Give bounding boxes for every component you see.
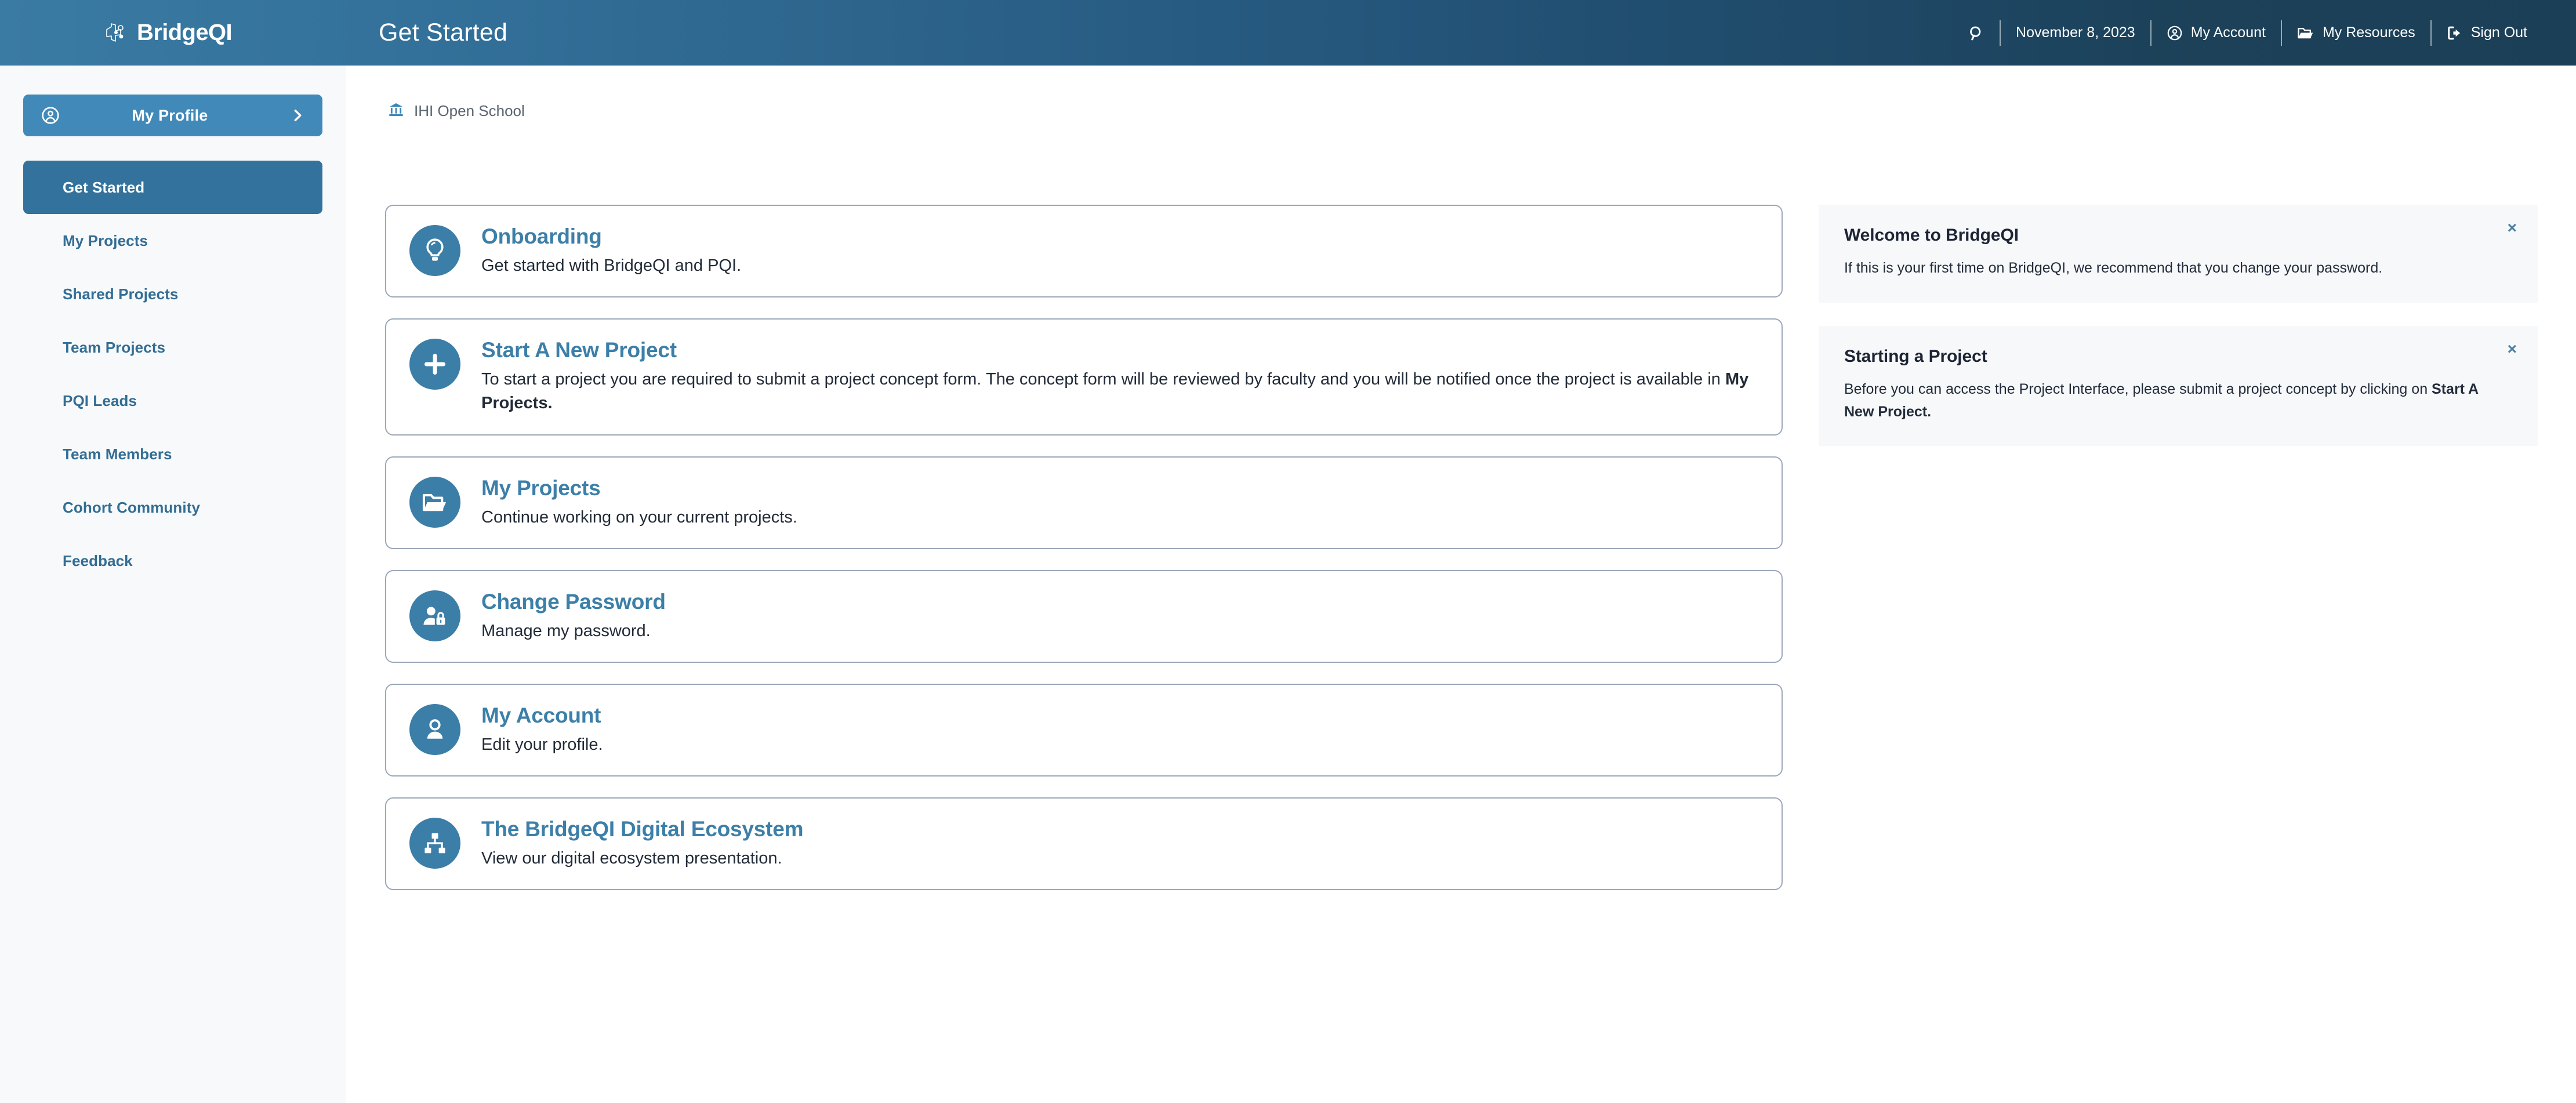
card-onboarding[interactable]: Onboarding Get started with BridgeQI and … <box>385 205 1783 298</box>
card-body: Start A New Project To start a project yo… <box>481 337 1758 415</box>
sidebar-item-label: Team Projects <box>63 338 166 356</box>
sidebar-item-label: Team Members <box>63 445 172 463</box>
card-description: Get started with BridgeQI and PQI. <box>481 254 1758 278</box>
notification-welcome-to-bridgeqi: Welcome to BridgeQI If this is your first… <box>1819 205 2538 303</box>
sidebar-item-label: My Projects <box>63 231 148 249</box>
notification-panel-list: Welcome to BridgeQI If this is your first… <box>1819 205 2538 469</box>
card-description-text: Edit your profile. <box>481 735 603 754</box>
sidebar-item-my-projects[interactable]: My Projects <box>23 214 322 267</box>
main-content: IHI Open School Onboarding Get started wi… <box>346 66 2576 1103</box>
user-lock-icon <box>409 590 460 641</box>
card-the-bridgeqi-digital-ecosystem[interactable]: The BridgeQI Digital Ecosystem View our d… <box>385 797 1783 891</box>
notification-text-body: Before you can access the Project Interf… <box>1844 380 2432 397</box>
sidebar-item-label: Shared Projects <box>63 285 179 303</box>
card-body: My Account Edit your profile. <box>481 702 1758 757</box>
card-start-a-new-project[interactable]: Start A New Project To start a project yo… <box>385 318 1783 436</box>
header-right-group: November 8, 2023 My Account My Resources… <box>1953 0 2576 66</box>
card-change-password[interactable]: Change Password Manage my password. <box>385 569 1783 663</box>
sidebar-item-team-projects[interactable]: Team Projects <box>23 321 322 374</box>
sidebar-item-get-started[interactable]: Get Started <box>23 161 322 214</box>
sidebar-item-label: PQI Leads <box>63 391 137 409</box>
sidebar-item-feedback[interactable]: Feedback <box>23 534 322 587</box>
card-body: My Projects Continue working on your curr… <box>481 475 1758 529</box>
sidebar-nav-list: Get Started My Projects Shared Projects Tea… <box>0 161 346 587</box>
sidebar: My Profile Get Started My Projects Shared … <box>0 66 346 1103</box>
folder-open-icon <box>409 476 460 528</box>
folder-open-icon <box>2297 25 2314 41</box>
current-date-label: November 8, 2023 <box>2016 24 2135 41</box>
card-description-text: Get started with BridgeQI and PQI. <box>481 256 742 275</box>
card-description: To start a project you are required to s… <box>481 368 1758 415</box>
card-title[interactable]: My Account <box>481 703 1758 728</box>
sidebar-item-label: Feedback <box>63 552 133 569</box>
card-title[interactable]: The BridgeQI Digital Ecosystem <box>481 817 1758 841</box>
card-description-text: Continue working on your current project… <box>481 507 797 527</box>
breadcrumb[interactable]: IHI Open School <box>387 101 525 121</box>
close-icon[interactable]: × <box>2508 340 2517 357</box>
card-body: Change Password Manage my password. <box>481 589 1758 643</box>
brand-logo-group[interactable]: BridgeQI <box>0 20 346 46</box>
notification-title: Welcome to BridgeQI <box>1844 226 2019 245</box>
bridgeqi-network-logo-icon <box>103 21 130 45</box>
chevron-right-icon <box>290 108 305 123</box>
brand-name-label: BridgeQI <box>136 20 233 45</box>
card-description: Manage my password. <box>481 619 1758 643</box>
institution-icon <box>387 101 405 121</box>
notification-title: Starting a Project <box>1844 346 1987 366</box>
sidebar-item-team-members[interactable]: Team Members <box>23 427 322 481</box>
notification-text-body: If this is your first time on BridgeQI, … <box>1844 260 2383 276</box>
my-resources-link[interactable]: My Resources <box>2282 20 2430 46</box>
sign-out-icon <box>2447 25 2463 41</box>
close-icon[interactable]: × <box>2508 220 2517 236</box>
card-my-account[interactable]: My Account Edit your profile. <box>385 683 1783 777</box>
my-account-link[interactable]: My Account <box>2151 20 2281 46</box>
user-icon <box>409 703 460 755</box>
search-button[interactable] <box>1953 20 2000 46</box>
card-my-projects[interactable]: My Projects Continue working on your curr… <box>385 456 1783 549</box>
plus-icon <box>409 339 460 390</box>
breadcrumb-label: IHI Open School <box>414 102 525 119</box>
card-title[interactable]: Change Password <box>481 590 1758 614</box>
my-profile-label: My Profile <box>132 106 208 124</box>
sidebar-item-shared-projects[interactable]: Shared Projects <box>23 267 322 321</box>
card-description: Continue working on your current project… <box>481 506 1758 529</box>
sidebar-item-pqi-leads[interactable]: PQI Leads <box>23 374 322 427</box>
my-resources-label: My Resources <box>2322 24 2415 41</box>
search-icon <box>1968 25 1984 41</box>
sign-out-button[interactable]: Sign Out <box>2432 20 2542 46</box>
action-card-list: Onboarding Get started with BridgeQI and … <box>385 205 1783 911</box>
top-header-bar: BridgeQI Get Started November 8, 2023 My… <box>0 0 2576 66</box>
my-profile-button[interactable]: My Profile <box>23 95 322 136</box>
current-date: November 8, 2023 <box>2001 20 2150 46</box>
sidebar-item-cohort-community[interactable]: Cohort Community <box>23 481 322 534</box>
card-description: Edit your profile. <box>481 733 1758 757</box>
card-description: View our digital ecosystem presentation. <box>481 847 1758 870</box>
card-title[interactable]: Onboarding <box>481 224 1758 249</box>
sidebar-item-label: Cohort Community <box>63 498 201 516</box>
lightbulb-icon <box>409 225 460 276</box>
card-body: The BridgeQI Digital Ecosystem View our d… <box>481 816 1758 870</box>
card-description-text: To start a project you are required to s… <box>481 370 1725 389</box>
card-body: Onboarding Get started with BridgeQI and … <box>481 223 1758 278</box>
card-title[interactable]: My Projects <box>481 476 1758 500</box>
user-circle-icon <box>2167 25 2183 41</box>
card-title[interactable]: Start A New Project <box>481 338 1758 362</box>
notification-starting-a-project: Starting a Project Before you can access … <box>1819 325 2538 447</box>
sign-out-label: Sign Out <box>2470 24 2527 41</box>
notification-text: Before you can access the Project Interf… <box>1844 378 2512 423</box>
page-title: Get Started <box>379 19 508 46</box>
notification-text: If this is your first time on BridgeQI, … <box>1844 257 2512 280</box>
sidebar-item-label: Get Started <box>63 178 145 196</box>
sitemap-icon <box>409 818 460 869</box>
card-description-text: Manage my password. <box>481 621 651 640</box>
my-account-label: My Account <box>2190 24 2266 41</box>
card-description-text: View our digital ecosystem presentation. <box>481 849 782 868</box>
